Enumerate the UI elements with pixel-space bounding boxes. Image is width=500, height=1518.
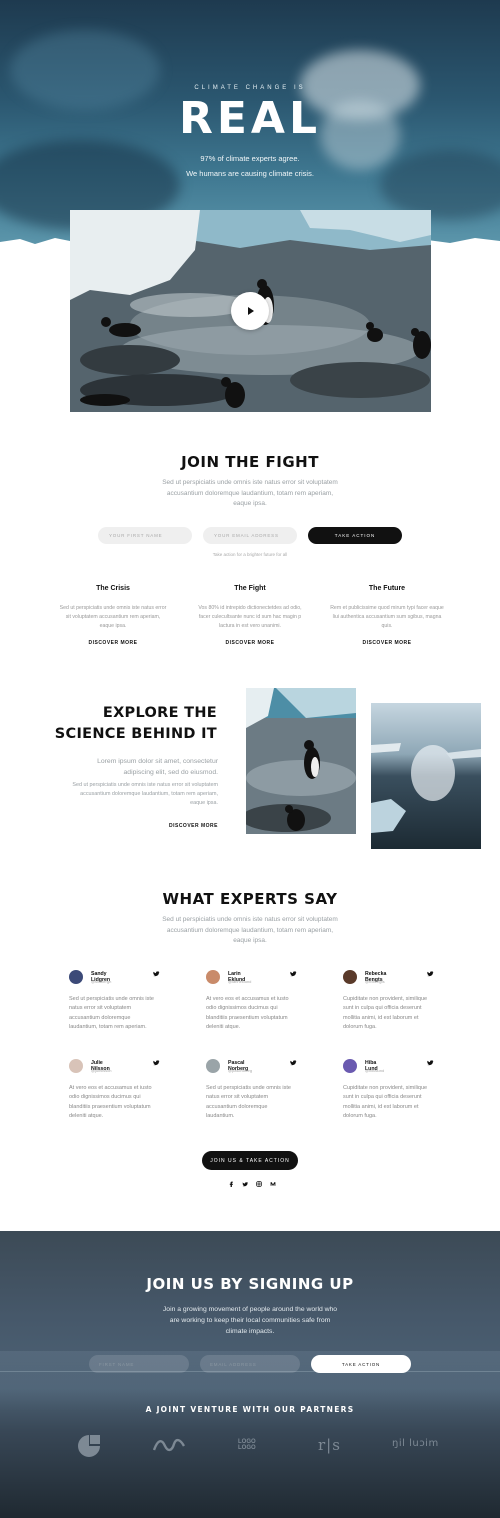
avatar bbox=[206, 1059, 220, 1073]
play-icon bbox=[248, 307, 254, 315]
join-us-button[interactable]: JOIN US & TAKE ACTION bbox=[202, 1151, 298, 1170]
discover-more-link[interactable]: DISCOVER MORE bbox=[63, 640, 163, 646]
twitter-icon[interactable] bbox=[152, 1059, 160, 1066]
penguin-photo bbox=[246, 688, 356, 834]
avatar bbox=[343, 970, 357, 984]
twitter-icon[interactable] bbox=[289, 1059, 297, 1066]
partner-logo-1 bbox=[78, 1435, 100, 1457]
avatar bbox=[69, 1059, 83, 1073]
medium-icon[interactable] bbox=[270, 1181, 276, 1187]
partners-title: A JOINT VENTURE WITH OUR PARTNERS bbox=[145, 1405, 355, 1414]
discover-more-link[interactable]: DISCOVER MORE bbox=[200, 640, 300, 646]
column-text: Sed ut perspiciatis unde omnis iste natu… bbox=[59, 605, 167, 629]
avatar bbox=[69, 970, 83, 984]
column-title: The Fight bbox=[234, 585, 266, 592]
hero-title: REAL bbox=[178, 93, 322, 144]
ocean-ice-photo bbox=[371, 703, 481, 849]
twitter-icon[interactable] bbox=[242, 1181, 248, 1187]
partner-logo-3: LOGO LOGO bbox=[238, 1439, 256, 1451]
social-links bbox=[228, 1180, 276, 1188]
partner-logo-3-line2: LOGO bbox=[238, 1445, 256, 1451]
twitter-icon[interactable] bbox=[289, 970, 297, 977]
expert-handle: @pascnorbrg bbox=[228, 1068, 253, 1073]
science-lead: Lorem ipsum dolor sit amet, consectetur … bbox=[97, 758, 218, 776]
signup-take-action-button[interactable]: TAKE ACTION bbox=[311, 1355, 411, 1373]
play-button[interactable] bbox=[231, 292, 269, 330]
science-discover-link[interactable]: DISCOVER MORE bbox=[150, 823, 218, 829]
expert-handle: @hibalund bbox=[365, 1068, 385, 1073]
expert-handle: @rbbengts bbox=[365, 979, 385, 984]
column-title: The Future bbox=[368, 585, 406, 592]
signup-text: Join a growing movement of people around… bbox=[162, 1306, 338, 1335]
instagram-icon[interactable] bbox=[256, 1181, 262, 1187]
signup-title: JOIN US BY SIGNING UP bbox=[146, 1275, 354, 1293]
testimonial-text: Cupiditate non provident, similique sunt… bbox=[343, 1085, 428, 1120]
join-title-text: JOIN THE FIGHT bbox=[181, 453, 319, 471]
avatar bbox=[206, 970, 220, 984]
join-note: Take action for a brighter future for al… bbox=[212, 552, 288, 557]
testimonial-text: Sed ut perspiciatis unde omnis iste natu… bbox=[69, 996, 154, 1031]
twitter-icon[interactable] bbox=[426, 1059, 434, 1066]
column-text: Rem et publicissime quod mirum typi face… bbox=[330, 605, 444, 629]
expert-handle: @julnilsson bbox=[91, 1068, 112, 1073]
facebook-icon[interactable] bbox=[228, 1181, 234, 1187]
signup-first-name-input[interactable]: FIRST NAME bbox=[89, 1355, 189, 1373]
first-name-input[interactable]: YOUR FIRST NAME bbox=[98, 527, 192, 544]
twitter-icon[interactable] bbox=[426, 970, 434, 977]
testimonial-text: At vero eos et accusamus et iusto odio d… bbox=[69, 1085, 152, 1120]
hero-subtitle-2: We humans are causing climate crisis. bbox=[186, 169, 314, 178]
hero-eyebrow: CLIMATE CHANGE IS bbox=[194, 85, 306, 91]
column-text: Vos 80% id intrepido dictionectetdes ad … bbox=[198, 605, 302, 629]
partner-logo-4: r|s bbox=[318, 1436, 341, 1454]
join-text: Sed ut perspiciatis unde omnis iste natu… bbox=[162, 479, 338, 507]
column-title: The Crisis bbox=[96, 585, 130, 592]
testimonial-text: At vero eos et accusamus et iusto odio d… bbox=[206, 996, 289, 1031]
take-action-button[interactable]: TAKE ACTION bbox=[308, 527, 402, 544]
hero-subtitle-1: 97% of climate experts agree. bbox=[200, 154, 300, 163]
science-text: Sed ut perspiciatis unde omnis iste natu… bbox=[72, 782, 218, 806]
experts-title-text: WHAT EXPERTS SAY bbox=[162, 890, 338, 908]
twitter-icon[interactable] bbox=[152, 970, 160, 977]
expert-handle: @larineklund bbox=[228, 979, 252, 984]
science-title-line2: SCIENCE BEHIND IT bbox=[54, 726, 217, 742]
testimonial-text: Sed ut perspiciatis unde omnis iste natu… bbox=[206, 1085, 291, 1120]
discover-more-link[interactable]: DISCOVER MORE bbox=[337, 640, 437, 646]
testimonial-text: Cupiditate non provident, similique sunt… bbox=[343, 996, 428, 1031]
email-input[interactable]: YOUR EMAIL ADDRESS bbox=[203, 527, 297, 544]
experts-text: Sed ut perspiciatis unde omnis iste natu… bbox=[162, 916, 338, 944]
avatar bbox=[343, 1059, 357, 1073]
partner-logo-5: ŋil luɔim bbox=[392, 1438, 439, 1449]
join-title: JOIN THE FIGHT bbox=[0, 453, 500, 471]
expert-handle: @slidbergh bbox=[91, 979, 112, 984]
partner-logo-2 bbox=[153, 1438, 185, 1452]
signup-email-input[interactable]: EMAIL ADDRESS bbox=[200, 1355, 300, 1373]
science-title-line1: EXPLORE THE bbox=[102, 705, 217, 721]
experts-title: WHAT EXPERTS SAY bbox=[0, 890, 500, 908]
science-title: EXPLORE THE SCIENCE BEHIND IT bbox=[55, 703, 217, 745]
